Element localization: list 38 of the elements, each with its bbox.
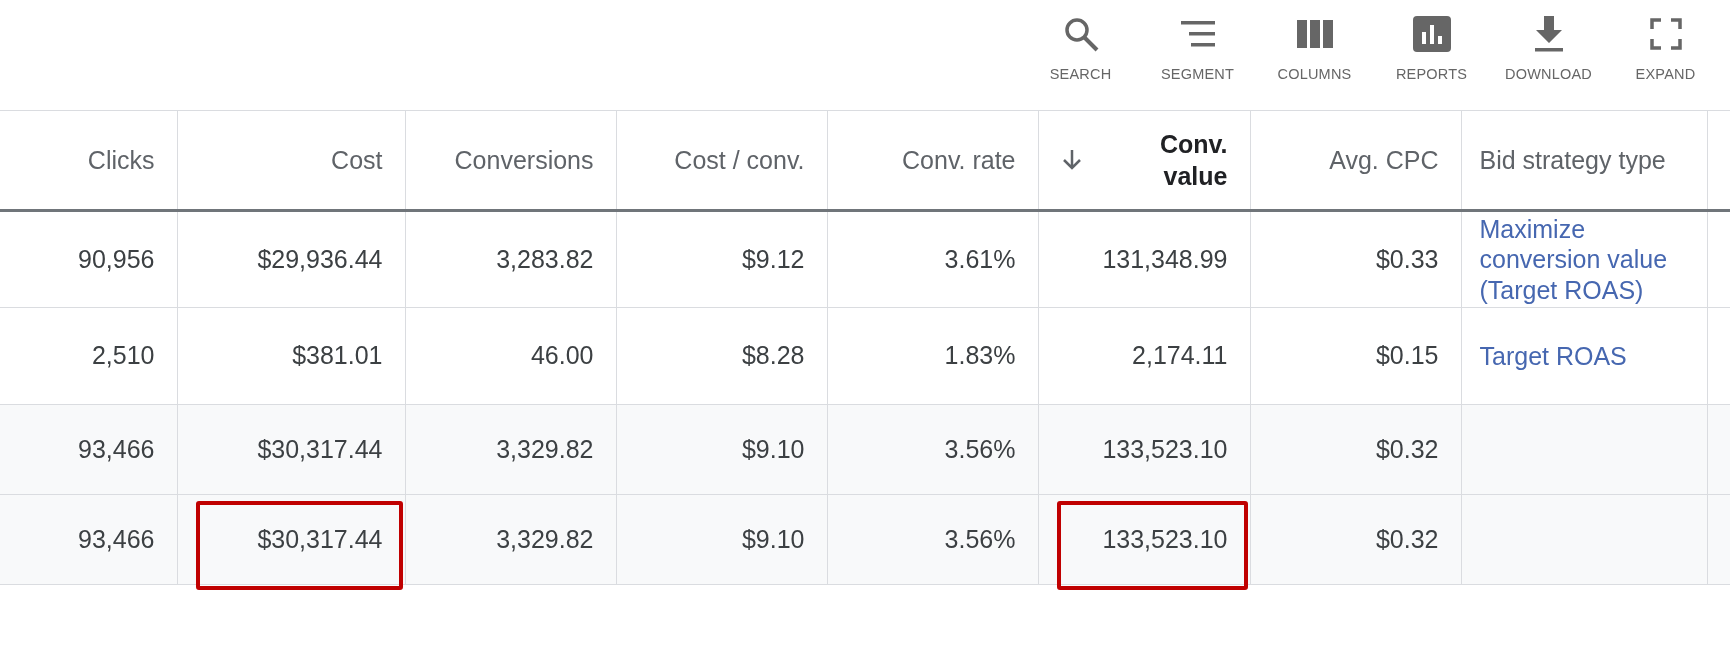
table-cell: $9.10: [741, 524, 805, 553]
table-cell: $0.15: [1375, 341, 1439, 370]
table-cell: $30,317.44: [257, 524, 383, 553]
table-cell: 93,466: [78, 524, 155, 553]
search-button[interactable]: SEARCH: [1022, 14, 1139, 86]
table-cell: 3,329.82: [496, 434, 594, 463]
bar-chart-icon: [1411, 14, 1452, 54]
columns-button[interactable]: COLUMNS: [1256, 14, 1373, 86]
expand-button[interactable]: EXPAND: [1607, 14, 1724, 86]
table-cell: 3.56%: [944, 434, 1016, 463]
table-cell: 46.00: [530, 341, 594, 370]
table-cell: 131,348.99: [1102, 244, 1228, 273]
table-cell: 2,510: [91, 341, 155, 370]
table-cell: $9.12: [741, 244, 805, 273]
table-cell: 3.56%: [944, 524, 1016, 553]
table-cell: $0.33: [1375, 244, 1439, 273]
down-arrow-icon: [1060, 148, 1083, 172]
table-cell: $0.32: [1375, 524, 1439, 553]
table-cell: 2,174.11: [1132, 341, 1228, 370]
table-cell: 3,329.82: [496, 524, 594, 553]
reports-button[interactable]: REPORTS: [1373, 14, 1490, 86]
table-cell: $381.01: [292, 341, 383, 370]
table-cell: $8.28: [741, 341, 805, 370]
table-cell: 133,523.10: [1102, 434, 1228, 463]
table-cell: 3,283.82: [496, 244, 594, 273]
download-button[interactable]: DOWNLOAD: [1490, 14, 1607, 86]
table-cell: 3.61%: [944, 244, 1016, 273]
table-cell: $0.32: [1375, 434, 1439, 463]
table-cell: $30,317.44: [257, 434, 383, 463]
table-cell: 133,523.10: [1102, 524, 1228, 553]
table-cell: $9.10: [741, 434, 805, 463]
bid-strategy-link[interactable]: Maximize conversion value (Target ROAS): [1479, 213, 1699, 306]
table-cell: 90,956: [78, 244, 155, 273]
table-cell: $29,936.44: [257, 244, 383, 273]
table-cell: 1.83%: [944, 341, 1016, 370]
table-cell: 93,466: [78, 434, 155, 463]
bid-strategy-link[interactable]: Target ROAS: [1479, 340, 1699, 372]
segment-button[interactable]: SEGMENT: [1139, 14, 1256, 86]
